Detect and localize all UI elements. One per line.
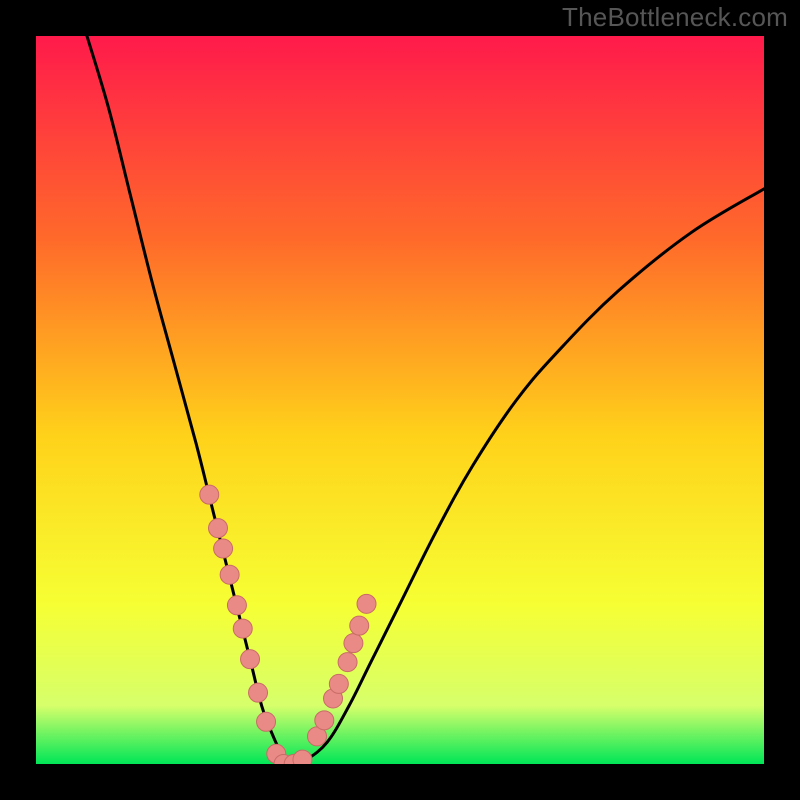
marker-dot: [227, 596, 246, 615]
marker-dot: [329, 674, 348, 693]
marker-dot: [257, 712, 276, 731]
marker-dot: [357, 594, 376, 613]
marker-dot: [249, 683, 268, 702]
marker-dot: [241, 650, 260, 669]
marker-dot: [315, 711, 334, 730]
watermark-text: TheBottleneck.com: [562, 2, 788, 33]
chart-frame: TheBottleneck.com: [0, 0, 800, 800]
gradient-background: [36, 36, 764, 764]
marker-dot: [338, 653, 357, 672]
plot-area: [36, 36, 764, 764]
marker-dot: [344, 634, 363, 653]
marker-dot: [209, 519, 228, 538]
marker-dot: [233, 619, 252, 638]
marker-dot: [350, 616, 369, 635]
marker-dot: [214, 539, 233, 558]
marker-dot: [200, 485, 219, 504]
marker-dot: [220, 565, 239, 584]
chart-svg: [36, 36, 764, 764]
marker-dot: [293, 750, 312, 764]
